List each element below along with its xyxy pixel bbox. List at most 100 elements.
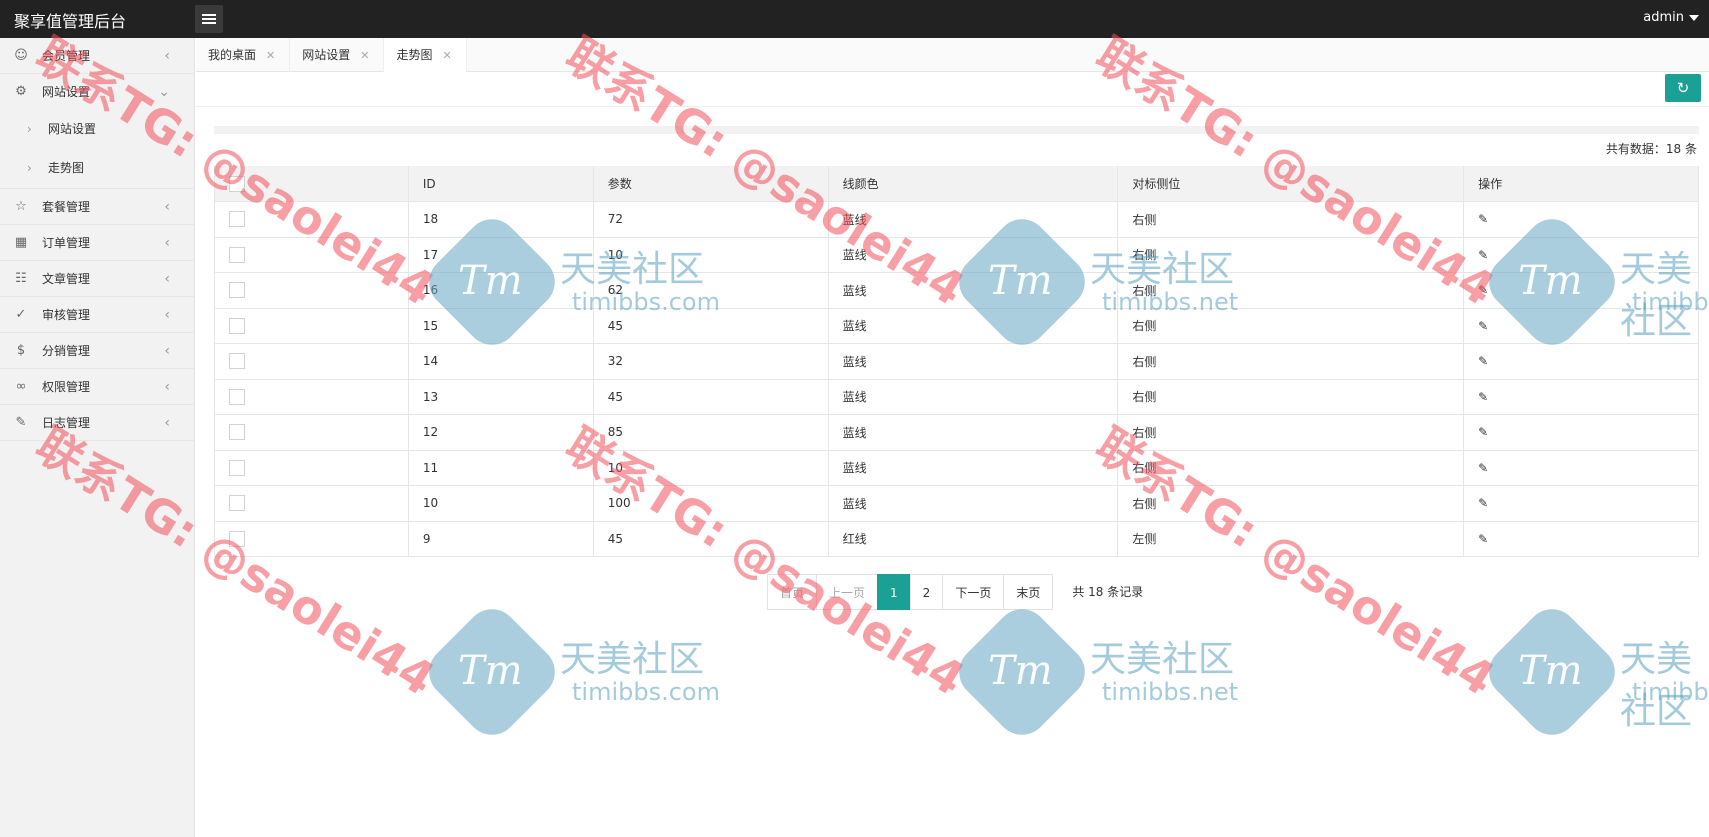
cell-line-color: 蓝线 (828, 272, 1119, 309)
edit-icon[interactable]: ✎ (1478, 461, 1488, 475)
header-line-color: 线颜色 (828, 166, 1119, 202)
chevron-left-icon: ‹ (164, 343, 170, 359)
watermark-brand-text: 天美社区 (1090, 639, 1235, 680)
cell-param: 45 (593, 379, 829, 415)
cell-param: 32 (593, 343, 829, 380)
header-side: 对标侧位 (1117, 166, 1465, 202)
edit-icon[interactable]: ✎ (1478, 319, 1488, 333)
row-checkbox[interactable] (229, 459, 245, 476)
table-row: 18 72 蓝线 右侧 ✎ (214, 201, 1699, 238)
edit-icon[interactable]: ✎ (1478, 532, 1488, 546)
tab-label: 我的桌面 (208, 48, 257, 62)
gear-icon: ⚙ (15, 84, 27, 99)
sidebar-item-review[interactable]: ✓ 审核管理 ‹ (0, 297, 194, 333)
cell-param: 100 (593, 485, 829, 522)
prev-page-button[interactable]: 上一页 (816, 574, 879, 610)
edit-icon[interactable]: ✎ (1478, 248, 1488, 262)
row-checkbox[interactable] (229, 246, 245, 263)
sidebar-subitem-trend-chart[interactable]: › 走势图 (0, 149, 194, 188)
book-icon: ☷ (15, 271, 27, 286)
sidebar-item-label: 分销管理 (42, 344, 91, 358)
sidebar-item-members[interactable]: ☺ 会员管理 ‹ (0, 38, 194, 74)
cell-line-color: 蓝线 (828, 308, 1119, 344)
close-icon[interactable]: ✕ (266, 49, 275, 62)
row-checkbox[interactable] (229, 424, 245, 441)
sidebar-item-label: 文章管理 (42, 272, 91, 286)
cell-actions: ✎ (1463, 450, 1699, 486)
row-checkbox[interactable] (229, 388, 245, 405)
tab-site-settings[interactable]: 网站设置 ✕ (290, 38, 385, 72)
sidebar-subitem-site-settings[interactable]: › 网站设置 (0, 110, 194, 149)
row-select-cell (214, 343, 409, 380)
row-checkbox[interactable] (229, 211, 245, 228)
tab-label: 走势图 (396, 48, 433, 62)
edit-icon[interactable]: ✎ (1478, 425, 1488, 439)
chevron-left-icon: ‹ (164, 379, 170, 395)
watermark-logo-text: Tm (988, 648, 1053, 694)
select-all-checkbox[interactable] (229, 175, 245, 192)
refresh-button[interactable]: ↻ (1665, 74, 1701, 102)
chevron-left-icon: ‹ (164, 415, 170, 431)
sidebar-item-label: 会员管理 (42, 49, 91, 63)
chevron-right-icon: › (27, 122, 32, 136)
star-icon: ☆ (15, 199, 27, 214)
watermark-logo-icon (1478, 598, 1626, 746)
table-row: 16 62 蓝线 右侧 ✎ (214, 272, 1699, 309)
close-icon[interactable]: ✕ (360, 49, 369, 62)
first-page-button[interactable]: 首页 (767, 574, 818, 610)
page-2-button[interactable]: 2 (909, 574, 944, 610)
edit-icon[interactable]: ✎ (1478, 390, 1488, 404)
cell-id: 15 (408, 308, 594, 344)
sidebar-item-orders[interactable]: ▦ 订单管理 ‹ (0, 225, 194, 261)
row-checkbox[interactable] (229, 317, 245, 334)
close-icon[interactable]: ✕ (442, 49, 451, 62)
sidebar-item-label: 权限管理 (42, 380, 91, 394)
watermark-brand-text: 天美社区 (1620, 639, 1693, 732)
toolbar: ↻ (196, 72, 1709, 107)
cell-actions: ✎ (1463, 308, 1699, 344)
chevron-left-icon: ‹ (164, 271, 170, 287)
sidebar-item-logs[interactable]: ✎ 日志管理 ‹ (0, 405, 194, 441)
chevron-left-icon: ‹ (164, 48, 170, 64)
last-page-button[interactable]: 末页 (1003, 574, 1054, 610)
menu-toggle-button[interactable] (195, 5, 223, 33)
cell-line-color: 蓝线 (828, 414, 1119, 451)
sidebar-item-site-settings[interactable]: ⚙ 网站设置 ⌄ (0, 74, 194, 110)
sidebar-item-packages[interactable]: ☆ 套餐管理 ‹ (0, 189, 194, 225)
grid-icon: ▦ (14, 235, 28, 250)
edit-icon[interactable]: ✎ (1478, 212, 1488, 226)
sidebar-item-distribution[interactable]: $ 分销管理 ‹ (0, 333, 194, 369)
caret-down-icon (1689, 14, 1699, 21)
cell-side: 右侧 (1117, 343, 1465, 380)
sidebar-item-articles[interactable]: ☷ 文章管理 ‹ (0, 261, 194, 297)
page-1-button[interactable]: 1 (877, 574, 911, 610)
row-checkbox[interactable] (229, 282, 245, 299)
cell-side: 右侧 (1117, 450, 1465, 486)
cell-side: 右侧 (1117, 414, 1465, 451)
edit-icon[interactable]: ✎ (1478, 354, 1488, 368)
cell-id: 10 (408, 485, 594, 522)
next-page-button[interactable]: 下一页 (942, 574, 1005, 610)
row-checkbox[interactable] (229, 353, 245, 370)
row-select-cell (214, 485, 409, 522)
edit-icon[interactable]: ✎ (1478, 496, 1488, 510)
cell-line-color: 蓝线 (828, 343, 1119, 380)
cell-line-color: 蓝线 (828, 450, 1119, 486)
row-checkbox[interactable] (229, 530, 245, 547)
tab-bar: 我的桌面 ✕ 网站设置 ✕ 走势图 ✕ (196, 38, 1709, 73)
tab-my-desktop[interactable]: 我的桌面 ✕ (196, 38, 291, 72)
edit-icon[interactable]: ✎ (1478, 283, 1488, 297)
cell-id: 9 (408, 521, 594, 557)
user-menu[interactable]: admin (1643, 10, 1699, 25)
row-checkbox[interactable] (229, 495, 245, 512)
tab-trend-chart[interactable]: 走势图 ✕ (384, 38, 467, 73)
sidebar-item-permissions[interactable]: ∞ 权限管理 ‹ (0, 369, 194, 405)
row-select-cell (214, 450, 409, 486)
chevron-right-icon: › (27, 161, 32, 175)
cell-side: 右侧 (1117, 379, 1465, 415)
table-row: 12 85 蓝线 右侧 ✎ (214, 414, 1699, 451)
cell-actions: ✎ (1463, 485, 1699, 522)
cell-line-color: 红线 (828, 521, 1119, 557)
refresh-icon: ↻ (1676, 79, 1690, 97)
sidebar-subitem-label: 网站设置 (48, 122, 97, 136)
